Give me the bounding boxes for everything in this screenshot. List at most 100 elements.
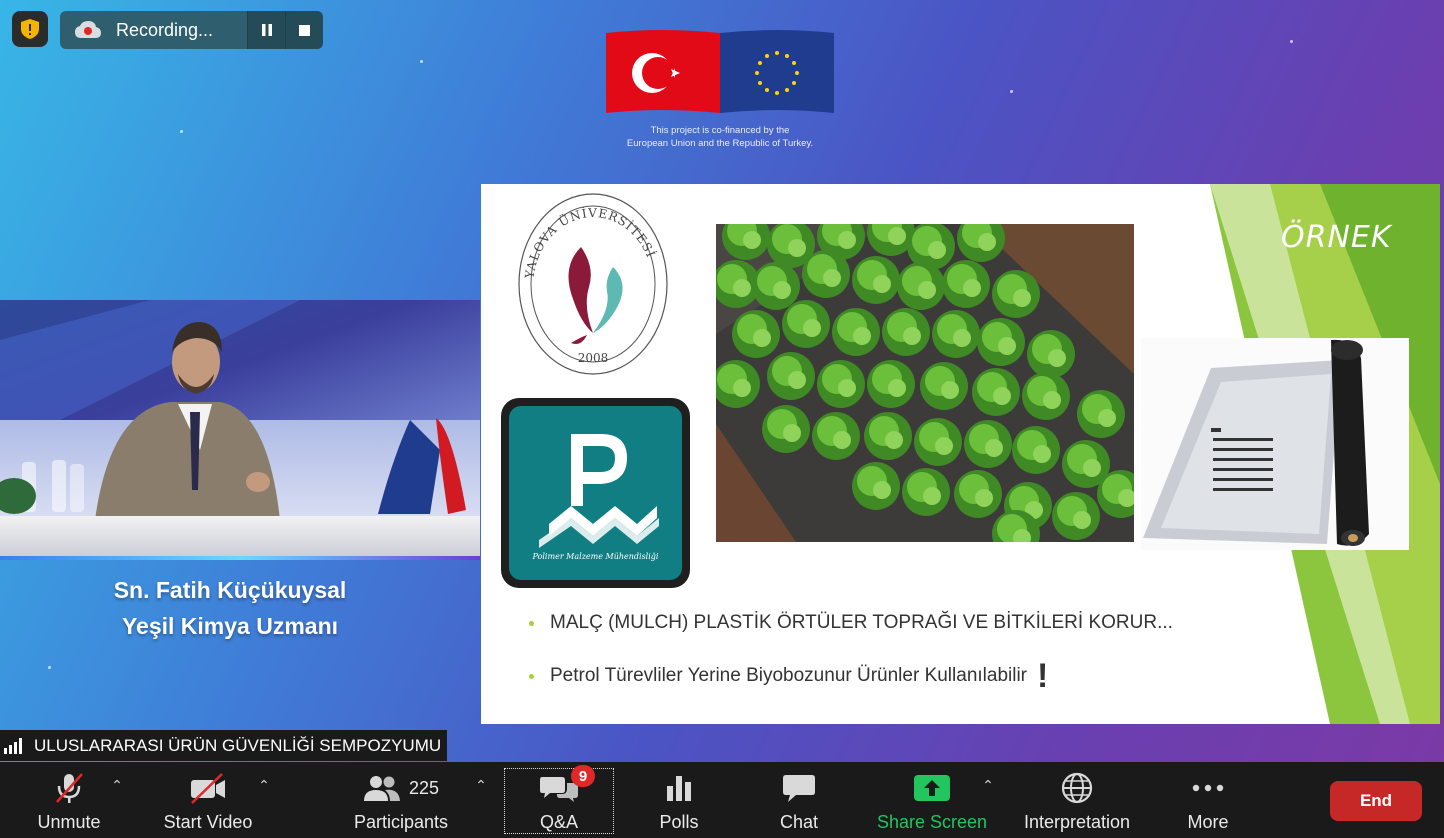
shared-screen: This project is co-financed by the Europ… — [0, 0, 1444, 762]
chat-label: Chat — [779, 812, 819, 832]
turkey-eu-flags — [606, 30, 834, 113]
participants-label: Participants — [353, 812, 449, 832]
polls-icon — [664, 770, 694, 806]
speaker-namecard: Sn. Fatih Küçükuysal Yeşil Kimya Uzmanı — [60, 572, 400, 644]
lettuce-head — [1027, 330, 1075, 378]
participants-icon-group: 225 — [346, 770, 456, 806]
lettuce-head — [902, 468, 950, 516]
participants-count: 225 — [408, 777, 440, 798]
lettuce-head — [852, 256, 900, 304]
bullet-exclamation: ! — [1037, 656, 1049, 695]
security-shield-button[interactable] — [12, 11, 48, 47]
start-video-button[interactable]: Start Video — [150, 762, 266, 838]
pause-recording-button[interactable] — [247, 11, 285, 49]
lettuce-head — [1077, 390, 1125, 438]
participants-icon — [363, 776, 400, 801]
lettuce-head — [852, 462, 900, 510]
interpretation-button[interactable]: Interpretation — [1014, 762, 1140, 838]
chat-button[interactable]: Chat — [760, 762, 838, 838]
mulch-lettuce-photo — [716, 224, 1134, 542]
bullet-dot — [529, 620, 534, 626]
lettuce-head — [992, 270, 1040, 318]
cloud-recording-icon — [60, 11, 116, 49]
lettuce-head — [897, 262, 945, 310]
desk — [0, 516, 480, 560]
audio-options-caret-icon[interactable]: ⌃ — [110, 777, 124, 793]
lettuce-head — [1012, 426, 1060, 474]
polymer-engineering-logo: Polimer Malzeme Mühendisliği — [501, 398, 690, 588]
more-label: More — [1187, 812, 1229, 832]
lettuce-field-image — [716, 224, 1134, 542]
meeting-toolbar: Unmute ⌃ Start Video ⌃ 225 Participants … — [0, 762, 1444, 838]
speaker-name: Sn. Fatih Küçükuysal — [113, 577, 347, 603]
pause-icon — [261, 24, 272, 36]
lettuce-head — [882, 308, 930, 356]
unmute-button[interactable]: Unmute — [24, 762, 114, 838]
qa-notification-badge: 9 — [571, 765, 595, 787]
more-button[interactable]: More — [1170, 762, 1246, 838]
qa-label: Q&A — [539, 812, 578, 832]
lettuce-head — [817, 360, 865, 408]
lettuce-head — [964, 420, 1012, 468]
stop-recording-button[interactable] — [285, 11, 323, 49]
qa-button[interactable]: Q&A — [504, 768, 614, 834]
background-sparkle — [420, 60, 423, 63]
interpretation-label: Interpretation — [1023, 812, 1131, 832]
lettuce-head — [920, 362, 968, 410]
yalova-logo-year: 2008 — [578, 351, 609, 365]
slide-heading: ÖRNEK — [1281, 220, 1392, 255]
recording-label: Recording... — [116, 19, 214, 40]
lettuce-head — [1022, 372, 1070, 420]
background-sparkle — [1290, 40, 1293, 43]
video-options-caret-icon[interactable]: ⌃ — [257, 777, 271, 793]
lettuce-head — [932, 310, 980, 358]
yalova-university-logo: YALOVA ÜNİVERSİTESİ 2008 — [518, 193, 668, 375]
slide-bullet: MALÇ (MULCH) PLASTİK ÖRTÜLER TOPRAĞI VE … — [529, 612, 1173, 634]
funding-notice: This project is co-financed by the Europ… — [590, 124, 850, 150]
unmute-label: Unmute — [37, 812, 101, 832]
lettuce-head — [782, 300, 830, 348]
slide-bullet: Petrol Türevliler Yerine Biyobozunur Ürü… — [529, 656, 1049, 695]
lettuce-head — [802, 250, 850, 298]
signal-strength-icon[interactable] — [4, 737, 26, 754]
lettuce-head — [864, 412, 912, 460]
participants-options-caret-icon[interactable]: ⌃ — [474, 777, 488, 793]
bullet-dot — [529, 673, 534, 679]
lettuce-head — [732, 310, 780, 358]
lettuce-head — [954, 470, 1002, 518]
pm-logo-text: Polimer Malzeme Mühendisliği — [532, 552, 659, 561]
lettuce-head — [977, 318, 1025, 366]
lettuce-head — [767, 352, 815, 400]
lettuce-head — [867, 360, 915, 408]
polls-button[interactable]: Polls — [640, 762, 718, 838]
lettuce-head — [914, 418, 962, 466]
participants-button[interactable]: 225 Participants — [346, 762, 456, 838]
recording-indicator: Recording... — [60, 11, 323, 49]
lettuce-head — [972, 368, 1020, 416]
mulch-film-roll-photo — [1141, 338, 1409, 550]
more-dots-icon — [1191, 770, 1225, 806]
stop-icon — [299, 24, 310, 36]
share-screen-button[interactable]: Share Screen — [870, 762, 994, 838]
share-options-caret-icon[interactable]: ⌃ — [981, 777, 995, 793]
share-screen-label: Share Screen — [876, 812, 988, 832]
muted-microphone-icon — [52, 770, 86, 806]
meeting-title: ULUSLARARASI ÜRÜN GÜVENLİĞİ SEMPOZYUMU — [34, 735, 442, 755]
background-sparkle — [48, 666, 51, 669]
speaker-role: Yeşil Kimya Uzmanı — [121, 613, 339, 639]
bullet-text: Petrol Türevliler Yerine Biyobozunur Ürü… — [550, 665, 1028, 686]
end-meeting-button[interactable]: End — [1330, 781, 1422, 821]
lettuce-head — [812, 412, 860, 460]
polls-label: Polls — [659, 812, 699, 832]
desk-led-strip — [0, 556, 480, 560]
speaker-video — [0, 300, 480, 560]
funding-line: This project is co-financed by the — [650, 125, 790, 136]
lettuce-head — [1052, 492, 1100, 540]
background-sparkle — [1010, 90, 1013, 93]
video-off-icon — [188, 770, 228, 806]
funding-line: European Union and the Republic of Turke… — [626, 138, 814, 149]
lettuce-head — [942, 260, 990, 308]
share-screen-icon — [913, 770, 951, 806]
chat-icon — [782, 770, 816, 806]
lettuce-head — [752, 262, 800, 310]
